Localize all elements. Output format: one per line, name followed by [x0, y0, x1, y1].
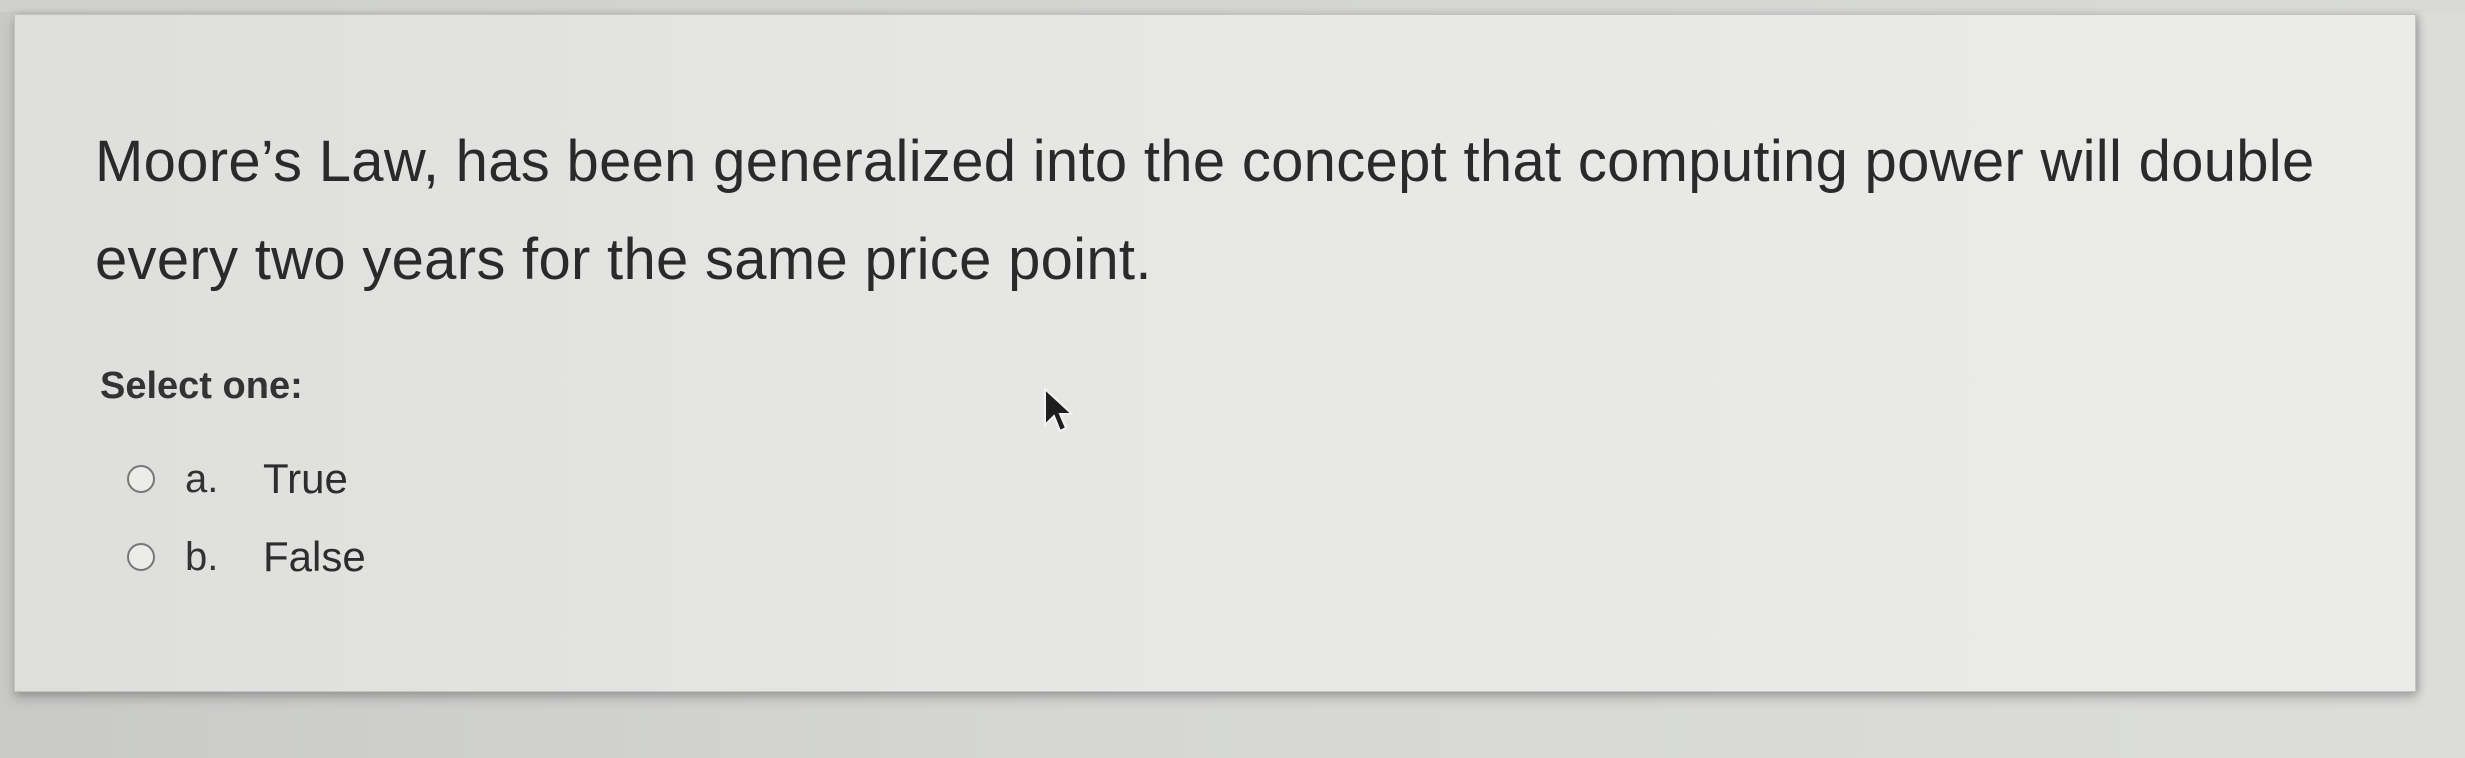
option-letter: b. [185, 534, 219, 579]
answer-options: a. True b. False [127, 440, 366, 596]
radio-button-icon[interactable] [127, 543, 155, 571]
option-label[interactable]: True [263, 455, 348, 503]
option-letter: a. [185, 456, 219, 501]
option-label[interactable]: False [263, 533, 366, 581]
radio-button-icon[interactable] [127, 465, 155, 493]
option-false[interactable]: b. False [127, 518, 366, 596]
page-top-strip [0, 0, 2465, 12]
select-one-label: Select one: [100, 365, 303, 407]
option-true[interactable]: a. True [127, 440, 366, 518]
question-card: Moore’s Law, has been generalized into t… [14, 14, 2416, 692]
mouse-pointer-icon [1044, 387, 1073, 433]
question-text: Moore’s Law, has been generalized into t… [95, 129, 2315, 292]
